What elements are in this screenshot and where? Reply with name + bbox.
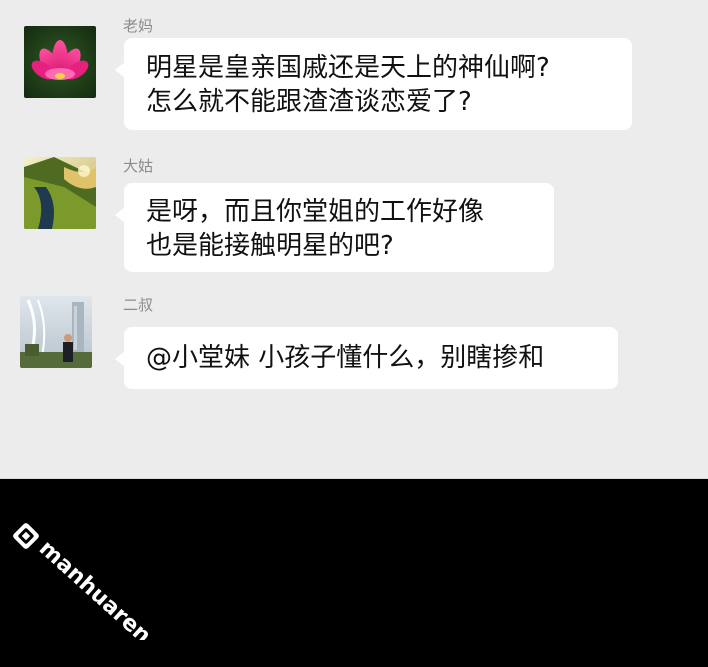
- manhuaren-logo-icon: [13, 523, 39, 549]
- watermark: manhuaren.com: [8, 520, 200, 667]
- message-text-line: @小堂妹 小孩子懂什么，别瞎掺和: [146, 343, 545, 373]
- chat-area: 老妈 明星是皇亲国戚还是天上的神仙啊? 怎么就不能跟渣渣谈恋爱了? 大姑 是呀，…: [0, 0, 708, 479]
- man-portrait-icon: [20, 296, 92, 368]
- watermark-text: manhuaren.com: [34, 536, 198, 640]
- message-bubble[interactable]: @小堂妹 小孩子懂什么，别瞎掺和: [115, 327, 618, 389]
- man-portrait-avatar[interactable]: [20, 296, 92, 368]
- sender-name: 二叔: [123, 296, 154, 314]
- chat-message: 二叔 @小堂妹 小孩子懂什么，别瞎掺和: [0, 0, 708, 400]
